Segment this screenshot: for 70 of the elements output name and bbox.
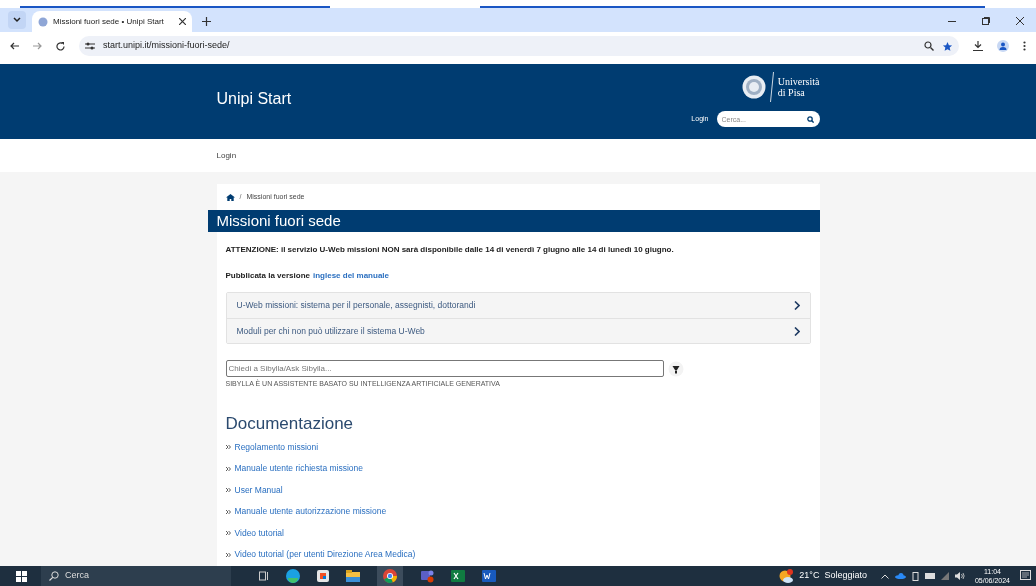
double-chevron-icon [225,531,231,536]
folder-app-icon[interactable] [346,570,360,582]
tab-title: Missioni fuori sede • Unipi Start [53,15,164,28]
double-chevron-icon [225,552,231,557]
search-icon[interactable] [806,115,814,123]
cloud-icon[interactable] [894,573,906,579]
browser-app-icon[interactable] [286,569,300,583]
section-heading: Documentazione [225,413,355,434]
notification-icon[interactable] [1020,570,1032,582]
chrome-app-icon [383,569,397,583]
chevron-icon [793,301,800,310]
documentation-link[interactable]: Manuale utente autorizzazione missione [234,505,387,519]
logo-divider [769,72,774,102]
url-text: start.unipi.it/missioni-fuori-sede/ [103,39,230,53]
site-settings-icon[interactable] [85,42,95,50]
minimize-icon[interactable] [948,20,956,22]
double-chevron-icon [225,466,231,471]
taskbar-search[interactable]: Cerca [41,566,231,586]
close-icon[interactable] [179,18,186,25]
documentation-link[interactable]: Video tutorial [234,526,284,540]
close-icon[interactable] [1016,17,1024,25]
manual-link[interactable]: inglese del manuale [313,270,389,282]
store-app-icon[interactable] [317,570,329,582]
reload-icon[interactable] [56,41,65,51]
weather-icon[interactable] [779,569,794,583]
excel-app-icon[interactable] [451,570,465,582]
documentation-link[interactable]: User Manual [234,483,283,497]
tab-list-button[interactable] [8,11,26,29]
task-view-icon[interactable] [259,571,269,581]
back-icon[interactable] [10,42,19,50]
chevron-icon [793,326,800,336]
nav-login-link[interactable]: Login [216,149,237,162]
logo-text: Università [777,76,820,87]
site-title[interactable]: Unipi Start [216,87,292,109]
notice-text: ATTENZIONE: il servizio U-Web missioni NON sarà disponibile dalle 14 di venerdì 7 giugno alle 14 di lunedì 10 giugno. [225,244,675,256]
documentation-link[interactable]: Regolamento missioni [234,440,319,454]
weather-text[interactable]: 21°C Soleggiato [799,569,867,583]
teams-app-icon[interactable] [420,569,434,583]
accordion-item[interactable]: U-Web missioni: sistema per il personale, assegnisti, dottorandi [226,293,810,318]
windows-icon[interactable] [16,570,27,582]
caret-icon [13,17,21,23]
search-icon [49,571,59,581]
accordion-item[interactable]: Moduli per chi non può utilizzare il sistema U-Web [226,318,810,343]
zoom-icon[interactable] [924,41,934,51]
documentation-link[interactable]: Video tutorial (per utenti Direzione Area Medica) [234,548,416,562]
active-app-button[interactable] [377,566,403,586]
logo-text: di Pisa [777,87,806,98]
star-icon[interactable] [942,40,953,52]
assistant-field[interactable]: Chiedi a Sibylla/Ask Sibylla... [225,360,664,377]
device-icon[interactable] [911,571,919,581]
double-chevron-icon [225,445,231,450]
new-tab-icon[interactable] [202,17,211,26]
page-title: Missioni fuori sede [207,210,820,232]
double-chevron-icon [225,509,231,514]
restore-icon[interactable] [982,17,990,25]
documentation-link[interactable]: Manuale utente richiesta missione [234,462,363,476]
forward-icon[interactable] [33,42,42,50]
address-bar[interactable]: start.unipi.it/missioni-fuori-sede/ [79,36,959,56]
download-icon[interactable] [973,41,983,51]
home-icon[interactable] [225,193,235,201]
chevron-up-icon[interactable] [880,573,889,579]
browser-tab[interactable]: Missioni fuori sede • Unipi Start [32,11,192,32]
published-text: Pubblicata la versione [225,270,310,282]
battery-icon[interactable] [924,573,935,579]
double-chevron-icon [225,488,231,493]
wifi-icon[interactable] [940,572,949,580]
word-app-icon[interactable] [482,570,496,582]
profile-icon[interactable] [997,40,1009,52]
menu-icon[interactable] [1023,41,1026,51]
speaker-icon[interactable] [954,572,965,580]
